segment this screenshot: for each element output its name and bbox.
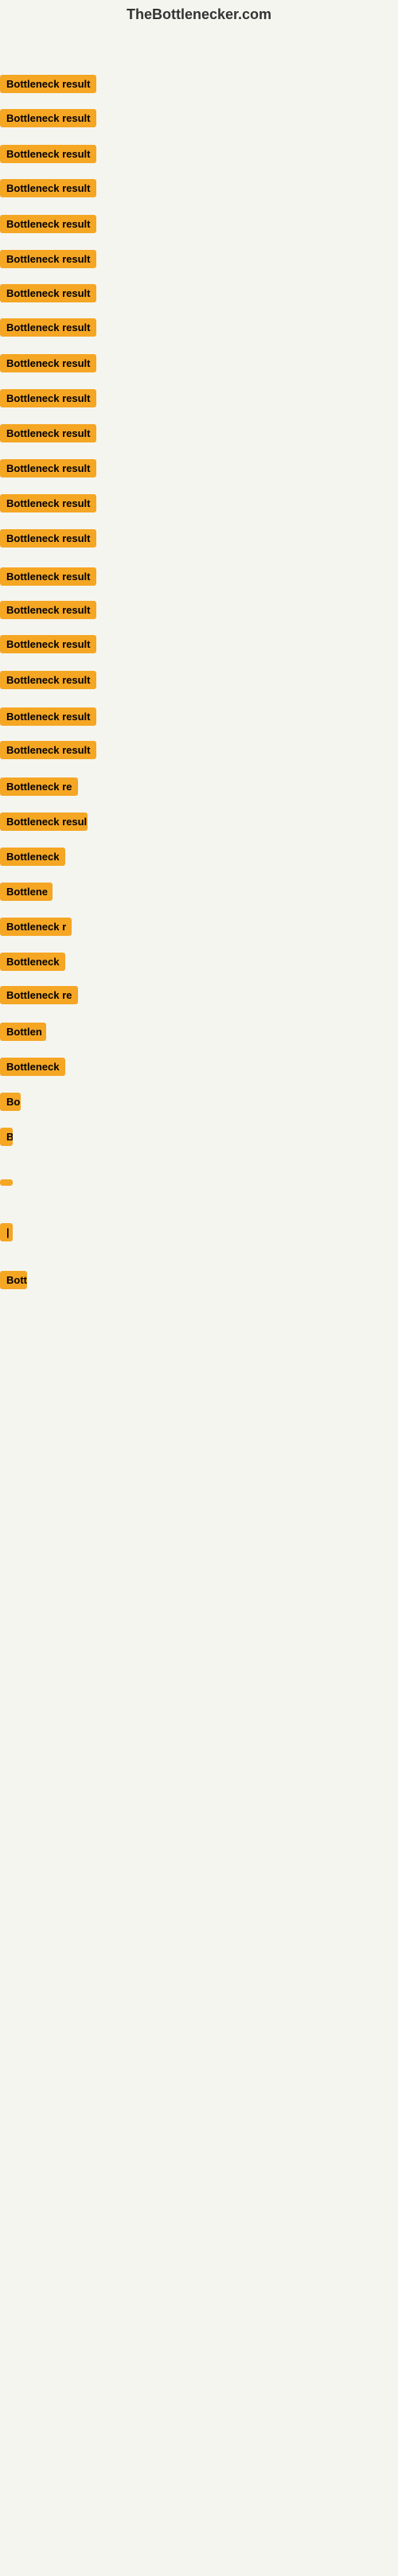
bottleneck-badge: Bottleneck result xyxy=(0,389,96,407)
list-item: Bottleneck result xyxy=(0,671,96,693)
list-item: Bottleneck result xyxy=(0,635,96,657)
site-title: TheBottlenecker.com xyxy=(0,0,398,29)
bottleneck-badge: Bottleneck re xyxy=(0,777,78,796)
list-item: Bottleneck result xyxy=(0,741,96,763)
bottleneck-badge: Bott xyxy=(0,1271,27,1289)
list-item: Bottleneck result xyxy=(0,389,96,411)
list-item: Bottleneck result xyxy=(0,601,96,623)
list-item: Bott xyxy=(0,1271,27,1293)
bottleneck-badge: Bottleneck result xyxy=(0,354,96,372)
list-item: Bottleneck result xyxy=(0,318,96,341)
list-item: Bottleneck result xyxy=(0,215,96,237)
list-item: Bottleneck result xyxy=(0,567,96,590)
bottleneck-badge: | xyxy=(0,1223,13,1241)
bottleneck-badge: Bottleneck result xyxy=(0,635,96,653)
bottleneck-badge: Bottleneck result xyxy=(0,741,96,759)
bottleneck-badge: Bottleneck re xyxy=(0,986,78,1004)
list-item: Bottleneck xyxy=(0,953,65,975)
bottleneck-badge xyxy=(0,1179,13,1186)
list-item: Bottleneck xyxy=(0,1058,65,1080)
list-item: Bottleneck re xyxy=(0,777,78,800)
bottleneck-badge: Bottlene xyxy=(0,883,53,901)
bottleneck-badge: Bottlen xyxy=(0,1023,46,1041)
bottleneck-badge: B xyxy=(0,1128,13,1146)
list-item: Bottleneck result xyxy=(0,75,96,97)
list-item: Bottleneck result xyxy=(0,424,96,446)
list-item xyxy=(0,1175,13,1190)
bottleneck-badge: Bottleneck result xyxy=(0,671,96,689)
list-item: Bottleneck result xyxy=(0,179,96,201)
site-title-text: TheBottlenecker.com xyxy=(127,6,271,22)
list-item: Bottleneck result xyxy=(0,109,96,131)
list-item: B xyxy=(0,1128,13,1150)
list-item: Bottleneck result xyxy=(0,250,96,272)
bottleneck-badge: Bottleneck result xyxy=(0,459,96,477)
list-item: Bottleneck result xyxy=(0,459,96,481)
list-item: Bottleneck result xyxy=(0,284,96,306)
list-item: Bottleneck r xyxy=(0,918,72,940)
bottleneck-badge: Bottleneck result xyxy=(0,284,96,302)
list-item: Bottlen xyxy=(0,1023,46,1045)
list-item: Bottleneck result xyxy=(0,145,96,167)
list-item: Bottleneck resul xyxy=(0,813,88,835)
list-item: | xyxy=(0,1223,13,1245)
bottleneck-badge: Bottleneck result xyxy=(0,529,96,548)
bottleneck-badge: Bottleneck result xyxy=(0,215,96,233)
bottleneck-badge: Bottleneck result xyxy=(0,75,96,93)
list-item: Bottleneck result xyxy=(0,494,96,516)
bottleneck-badge: Bottleneck result xyxy=(0,424,96,442)
bottleneck-badge: Bottleneck resul xyxy=(0,813,88,831)
bottleneck-badge: Bottleneck result xyxy=(0,318,96,337)
bottleneck-badge: Bottleneck result xyxy=(0,179,96,197)
list-item: Bottleneck re xyxy=(0,986,78,1008)
bottleneck-badge: Bottleneck xyxy=(0,1058,65,1076)
list-item: Bottlene xyxy=(0,883,53,905)
bottleneck-badge: Bottleneck result xyxy=(0,494,96,512)
bottleneck-badge: Bottleneck result xyxy=(0,145,96,163)
list-item: Bottleneck result xyxy=(0,529,96,551)
bottleneck-badge: Bottleneck result xyxy=(0,567,96,586)
list-item: Bottleneck result xyxy=(0,707,96,730)
list-item: Bo xyxy=(0,1093,21,1115)
bottleneck-badge: Bottleneck result xyxy=(0,250,96,268)
bottleneck-badge: Bottleneck result xyxy=(0,601,96,619)
list-item: Bottleneck xyxy=(0,848,65,870)
bottleneck-badge: Bottleneck result xyxy=(0,109,96,127)
list-item: Bottleneck result xyxy=(0,354,96,376)
bottleneck-badge: Bottleneck xyxy=(0,848,65,866)
bottleneck-badge: Bo xyxy=(0,1093,21,1111)
bottleneck-badge: Bottleneck r xyxy=(0,918,72,936)
bottleneck-badge: Bottleneck result xyxy=(0,707,96,726)
bottleneck-badge: Bottleneck xyxy=(0,953,65,971)
